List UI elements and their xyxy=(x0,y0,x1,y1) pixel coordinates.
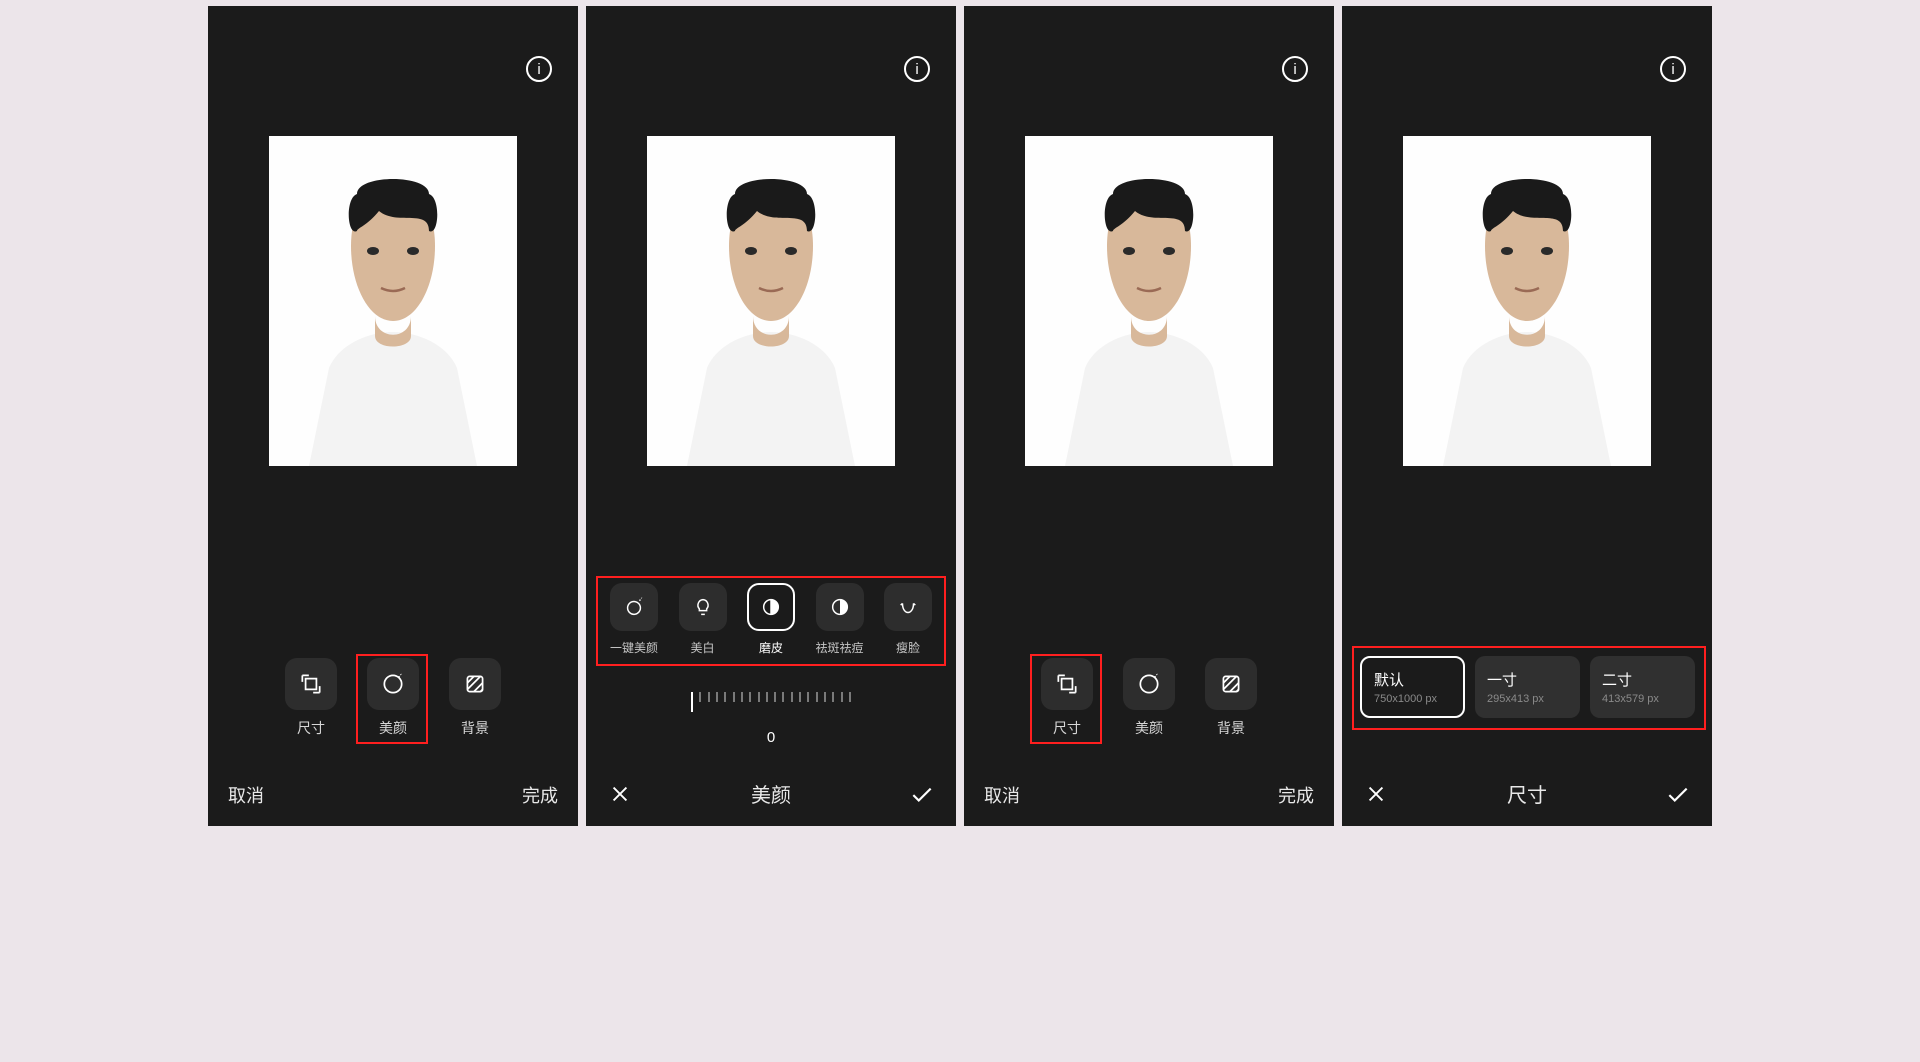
crop-icon xyxy=(298,671,324,697)
beauty-acne-label: 祛斑祛痘 xyxy=(815,639,863,656)
beauty-smooth-label: 磨皮 xyxy=(759,639,783,656)
info-icon[interactable]: i xyxy=(1660,56,1686,82)
tool-row: 尺寸 美颜 背景 xyxy=(964,658,1334,738)
portrait-placeholder xyxy=(1403,136,1651,466)
size-two-inch-name: 二寸 xyxy=(1602,669,1683,690)
beauty-slim[interactable]: 瘦脸 xyxy=(878,583,938,656)
tool-beauty-label: 美颜 xyxy=(1135,718,1163,738)
face-outline-icon xyxy=(897,596,919,618)
contrast-icon xyxy=(829,596,851,618)
size-options-row: 默认 750x1000 px 一寸 295x413 px 二寸 413x579 … xyxy=(1360,656,1712,718)
crop-icon xyxy=(1054,671,1080,697)
tool-beauty[interactable]: 美颜 xyxy=(1123,658,1175,738)
info-icon[interactable]: i xyxy=(526,56,552,82)
info-icon[interactable]: i xyxy=(904,56,930,82)
hatch-icon xyxy=(1218,671,1244,697)
tool-background-label: 背景 xyxy=(1217,718,1245,738)
beauty-one-key-label: 一键美颜 xyxy=(610,639,658,656)
id-photo-preview xyxy=(1403,136,1651,466)
check-icon xyxy=(1665,781,1691,807)
beauty-whiten[interactable]: 美白 xyxy=(673,583,733,656)
size-two-inch[interactable]: 二寸 413x579 px xyxy=(1590,656,1695,718)
portrait-placeholder xyxy=(269,136,517,466)
id-photo-preview xyxy=(647,136,895,466)
actions-bar: 取消 完成 xyxy=(208,782,578,808)
tool-size-label: 尺寸 xyxy=(1053,718,1081,738)
tool-size[interactable]: 尺寸 xyxy=(1041,658,1093,738)
panel-title: 尺寸 xyxy=(1390,779,1664,808)
actions-bar: 美颜 xyxy=(586,779,956,808)
cancel-button[interactable]: 取消 xyxy=(984,782,1020,808)
panel-beauty-options: i 一键美颜 美白 磨皮 xyxy=(586,6,956,826)
size-default[interactable]: 默认 750x1000 px xyxy=(1360,656,1465,718)
done-button[interactable]: 完成 xyxy=(522,782,558,808)
portrait-placeholder xyxy=(647,136,895,466)
cancel-button[interactable]: 取消 xyxy=(228,782,264,808)
tool-background-label: 背景 xyxy=(461,718,489,738)
tool-background[interactable]: 背景 xyxy=(449,658,501,738)
check-icon xyxy=(909,781,935,807)
slider-value: 0 xyxy=(767,729,775,746)
size-default-name: 默认 xyxy=(1374,669,1451,690)
size-two-inch-dim: 413x579 px xyxy=(1602,693,1683,705)
close-icon xyxy=(1365,783,1387,805)
info-icon[interactable]: i xyxy=(1282,56,1308,82)
beauty-one-key[interactable]: 一键美颜 xyxy=(604,583,664,656)
size-one-inch[interactable]: 一寸 295x413 px xyxy=(1475,656,1580,718)
slider-ticks[interactable] xyxy=(691,692,851,720)
id-photo-preview xyxy=(1025,136,1273,466)
tool-background[interactable]: 背景 xyxy=(1205,658,1257,738)
confirm-button[interactable] xyxy=(1664,780,1692,808)
tool-beauty[interactable]: 美颜 xyxy=(367,658,419,738)
panel-title: 美颜 xyxy=(634,779,908,808)
bulb-icon xyxy=(692,596,714,618)
tool-size-label: 尺寸 xyxy=(297,718,325,738)
panel-tools-size-highlight: i 尺寸 xyxy=(964,6,1334,826)
panel-size-options: i 默认 750x1000 px 一寸 295x413 px xyxy=(1342,6,1712,826)
tool-beauty-label: 美颜 xyxy=(379,718,407,738)
close-button[interactable] xyxy=(606,780,634,808)
face-sparkle-icon xyxy=(380,671,406,697)
half-circle-icon xyxy=(760,596,782,618)
beauty-slim-label: 瘦脸 xyxy=(896,639,920,656)
actions-bar: 尺寸 xyxy=(1342,779,1712,808)
sparkle-face-icon xyxy=(623,596,645,618)
panel-tools-beauty-highlight: i 尺寸 xyxy=(208,6,578,826)
beauty-smooth[interactable]: 磨皮 xyxy=(741,583,801,656)
tool-row: 尺寸 美颜 背景 xyxy=(208,658,578,738)
confirm-button[interactable] xyxy=(908,780,936,808)
size-one-inch-name: 一寸 xyxy=(1487,669,1568,690)
beauty-whiten-label: 美白 xyxy=(690,639,714,656)
close-button[interactable] xyxy=(1362,780,1390,808)
beauty-acne[interactable]: 祛斑祛痘 xyxy=(810,583,870,656)
done-button[interactable]: 完成 xyxy=(1278,782,1314,808)
size-one-inch-dim: 295x413 px xyxy=(1487,693,1568,705)
size-default-dim: 750x1000 px xyxy=(1374,693,1451,705)
beauty-options-row: 一键美颜 美白 磨皮 祛斑祛痘 瘦脸 xyxy=(604,583,938,656)
tool-size[interactable]: 尺寸 xyxy=(285,658,337,738)
close-icon xyxy=(609,783,631,805)
id-photo-preview xyxy=(269,136,517,466)
hatch-icon xyxy=(462,671,488,697)
face-sparkle-icon xyxy=(1136,671,1162,697)
actions-bar: 取消 完成 xyxy=(964,782,1334,808)
portrait-placeholder xyxy=(1025,136,1273,466)
